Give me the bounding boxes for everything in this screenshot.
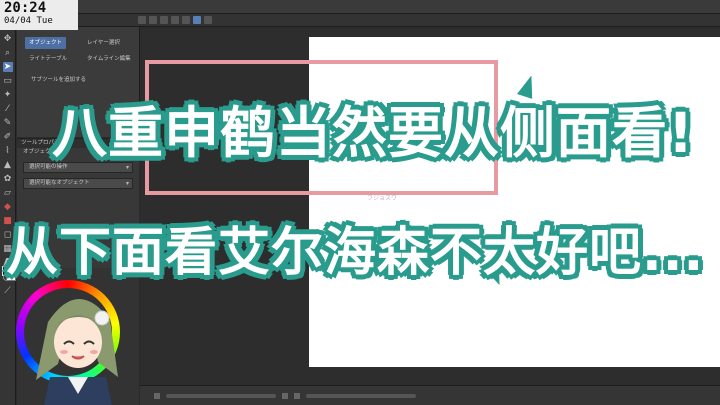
frame-label: フジョスワ bbox=[367, 195, 398, 202]
rotate-slider[interactable] bbox=[306, 393, 416, 398]
subtitle-line-1: 八重申鹤当然要从侧面看! bbox=[52, 101, 695, 165]
subtitle-line-2: 从下面看艾尔海森不太好吧... bbox=[6, 223, 705, 283]
ruler-snap-icon[interactable] bbox=[204, 16, 212, 24]
subtool-light-table[interactable]: ライトテーブル bbox=[25, 53, 71, 65]
undo-icon[interactable] bbox=[171, 16, 179, 24]
move-icon[interactable]: ✥ bbox=[3, 34, 13, 44]
object-select[interactable]: 選択可能なオブジェクト bbox=[23, 178, 133, 189]
pencil-icon[interactable]: ✐ bbox=[3, 132, 13, 142]
brush-icon[interactable]: ⌇ bbox=[3, 146, 13, 156]
subtool-timeline-edit[interactable]: タイムライン編集 bbox=[83, 53, 135, 65]
command-bar bbox=[78, 14, 720, 27]
subtool-object[interactable]: オブジェクト bbox=[25, 37, 67, 49]
add-subtool-button[interactable]: サブツールを追加する bbox=[31, 75, 86, 83]
ruler-icon[interactable]: ⟋ bbox=[3, 286, 13, 296]
subtool-layer-select[interactable]: レイヤー選択 bbox=[83, 37, 124, 49]
decoration-icon[interactable]: ✿ bbox=[3, 174, 13, 184]
zoom-slider[interactable] bbox=[166, 393, 276, 398]
new-icon[interactable] bbox=[138, 16, 146, 24]
save-icon[interactable] bbox=[160, 16, 168, 24]
menu-bar bbox=[0, 0, 720, 14]
streamer-avatar bbox=[36, 298, 118, 405]
open-icon[interactable] bbox=[149, 16, 157, 24]
eraser-icon[interactable]: ▱ bbox=[3, 188, 13, 198]
eyedropper-icon[interactable]: ⁄ bbox=[3, 104, 13, 114]
zoom-icon[interactable]: ⌕ bbox=[3, 48, 13, 58]
redo-icon[interactable] bbox=[182, 16, 190, 24]
zoom-in-icon[interactable] bbox=[282, 392, 288, 399]
rotate-icon[interactable] bbox=[294, 392, 300, 399]
clock-time: 20:24 bbox=[4, 0, 47, 16]
clock-overlay: 20:24 04/04 Tue bbox=[0, 0, 78, 30]
pen-icon[interactable]: ✎ bbox=[3, 118, 13, 128]
airbrush-icon[interactable]: ▲ bbox=[3, 160, 13, 170]
menu-item[interactable] bbox=[78, 3, 80, 10]
wand-icon[interactable]: ✦ bbox=[3, 90, 13, 100]
select-icon[interactable]: ▭ bbox=[3, 76, 13, 86]
zoom-out-icon[interactable] bbox=[154, 392, 160, 399]
clock-date: 04/04 Tue bbox=[4, 16, 53, 26]
status-bar bbox=[140, 385, 720, 405]
object-icon[interactable]: ➤ bbox=[2, 62, 13, 72]
snap-icon[interactable] bbox=[193, 16, 201, 24]
